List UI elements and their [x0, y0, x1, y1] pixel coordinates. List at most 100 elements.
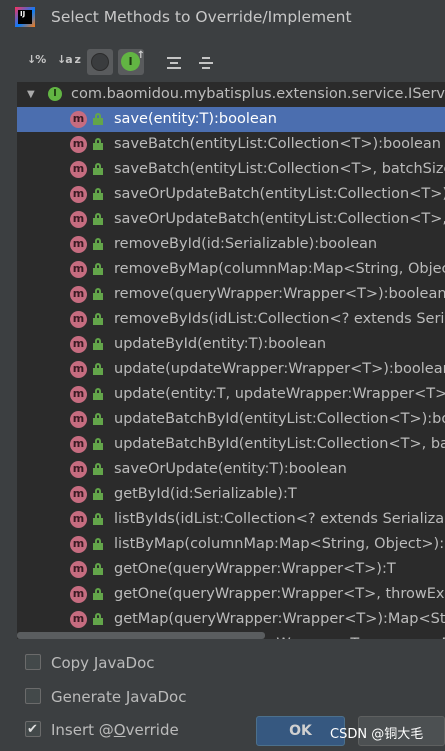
dialog-title: Select Methods to Override/Implement: [51, 8, 352, 26]
method-signature: saveOrUpdateBatch(entityList:Collection<…: [114, 211, 445, 227]
method-signature: removeById(id:Serializable):boolean: [114, 236, 378, 252]
collapse-all-button[interactable]: [193, 49, 219, 75]
method-row[interactable]: m getById(id:Serializable):T: [17, 482, 445, 507]
public-lock-icon: [93, 163, 103, 175]
public-lock-icon: [93, 313, 103, 325]
public-lock-icon: [93, 188, 103, 200]
sort-alpha-icon: ↓a z: [57, 53, 81, 66]
interface-icon: I: [48, 87, 62, 101]
public-lock-icon: [93, 588, 103, 600]
method-row[interactable]: m removeById(id:Serializable):boolean: [17, 232, 445, 257]
method-row[interactable]: m saveBatch(entityList:Collection<T>):boo…: [17, 132, 445, 157]
method-signature: saveBatch(entityList:Collection<T>):bool…: [114, 136, 441, 152]
method-signature: removeByMap(columnMap:Map<String, Object…: [114, 261, 445, 277]
toolbar: ↓% ↓a z I: [0, 44, 445, 82]
method-row[interactable]: m saveBatch(entityList:Collection<T>, bat…: [17, 157, 445, 182]
method-row[interactable]: m saveOrUpdateBatch(entityList:Collection…: [17, 182, 445, 207]
insert-override-checkbox[interactable]: [25, 720, 41, 740]
expand-all-icon: [167, 54, 181, 72]
method-row[interactable]: m updateBatchById(entityList:Collection<T…: [17, 407, 445, 432]
insert-override-label: Insert @Override: [51, 721, 179, 739]
method-row[interactable]: m getOne(queryWrapper:Wrapper<T>, throwEx…: [17, 582, 445, 607]
method-signature: getMap(queryWrapper:Wrapper<T>):Map<Stri…: [114, 611, 445, 627]
public-lock-icon: [93, 238, 103, 250]
public-lock-icon: [93, 263, 103, 275]
show-classes-button[interactable]: [87, 49, 113, 75]
method-signature: update(entity:T, updateWrapper:Wrapper<T…: [114, 386, 445, 402]
method-row[interactable]: m saveOrUpdateBatch(entityList:Collection…: [17, 207, 445, 232]
method-icon: m: [70, 136, 87, 153]
method-signature: getById(id:Serializable):T: [114, 486, 297, 502]
public-lock-icon: [93, 138, 103, 150]
method-row[interactable]: m removeByIds(idList:Collection<? extends…: [17, 307, 445, 332]
method-icon: m: [70, 511, 87, 528]
public-lock-icon: [93, 488, 103, 500]
method-row[interactable]: m update(entity:T, updateWrapper:Wrapper<…: [17, 382, 445, 407]
method-row[interactable]: m updateBatchById(entityList:Collection<T…: [17, 432, 445, 457]
methods-tree[interactable]: ▼ I com.baomidou.mybatisplus.extension.s…: [17, 82, 445, 639]
method-row[interactable]: m getOne(queryWrapper:Wrapper<T>):T: [17, 557, 445, 582]
method-icon: m: [70, 161, 87, 178]
method-row[interactable]: m save(entity:T):boolean: [17, 107, 445, 132]
public-lock-icon: [93, 513, 103, 525]
public-lock-icon: [93, 438, 103, 450]
public-lock-icon: [93, 563, 103, 575]
method-signature: getOne(queryWrapper:Wrapper<T>, throwEx:…: [114, 586, 445, 602]
method-signature: saveOrUpdate(entity:T):boolean: [114, 461, 347, 477]
method-row[interactable]: m remove(queryWrapper:Wrapper<T>):boolean: [17, 282, 445, 307]
generate-javadoc-checkbox[interactable]: [25, 688, 41, 704]
method-signature: remove(queryWrapper:Wrapper<T>):boolean: [114, 286, 445, 302]
method-icon: m: [70, 411, 87, 428]
method-icon: m: [70, 536, 87, 553]
method-row[interactable]: m listByMap(columnMap:Map<String, Object>…: [17, 532, 445, 557]
expand-all-button[interactable]: [161, 49, 187, 75]
public-lock-icon: [93, 413, 103, 425]
interface-icon: I: [121, 46, 145, 71]
chevron-down-icon[interactable]: ▼: [27, 82, 35, 107]
method-icon: m: [70, 211, 87, 228]
method-icon: m: [70, 386, 87, 403]
public-lock-icon: [93, 538, 103, 550]
method-icon: m: [70, 586, 87, 603]
public-lock-icon: [93, 613, 103, 625]
method-icon: m: [70, 261, 87, 278]
sort-alphabetically-button[interactable]: ↓a z: [54, 49, 81, 75]
show-interfaces-button[interactable]: I: [118, 46, 145, 75]
public-lock-icon: [93, 213, 103, 225]
generate-javadoc-label: Generate JavaDoc: [51, 688, 187, 706]
copy-javadoc-label: Copy JavaDoc: [51, 654, 155, 672]
method-signature: saveOrUpdateBatch(entityList:Collection<…: [114, 186, 445, 202]
method-icon: m: [70, 336, 87, 353]
public-lock-icon: [93, 288, 103, 300]
method-signature: saveBatch(entityList:Collection<T>, batc…: [114, 161, 445, 177]
method-icon: m: [70, 361, 87, 378]
method-row[interactable]: m update(updateWrapper:Wrapper<T>):boolea…: [17, 357, 445, 382]
method-icon: m: [70, 611, 87, 628]
class-name: com.baomidou.mybatisplus.extension.servi…: [71, 86, 445, 102]
circle-icon: [91, 53, 109, 71]
method-row[interactable]: m getMap(queryWrapper:Wrapper<T>):Map<Str…: [17, 607, 445, 632]
method-row[interactable]: m listByIds(idList:Collection<? extends S…: [17, 507, 445, 532]
method-signature: updateBatchById(entityList:Collection<T>…: [114, 436, 445, 452]
method-icon: m: [70, 461, 87, 478]
public-lock-icon: [93, 463, 103, 475]
public-lock-icon: [93, 388, 103, 400]
method-signature: getOne(queryWrapper:Wrapper<T>):T: [114, 561, 396, 577]
method-signature: removeByIds(idList:Collection<? extends …: [114, 311, 445, 327]
method-row[interactable]: m removeByMap(columnMap:Map<String, Objec…: [17, 257, 445, 282]
method-signature: listByIds(idList:Collection<? extends Se…: [114, 511, 445, 527]
method-row[interactable]: m updateById(entity:T):boolean: [17, 332, 445, 357]
method-icon: m: [70, 111, 87, 128]
sort-by-visibility-button[interactable]: ↓%: [24, 49, 50, 75]
tree-class-node[interactable]: ▼ I com.baomidou.mybatisplus.extension.s…: [17, 82, 445, 107]
collapse-all-icon: [199, 54, 213, 72]
public-lock-icon: [93, 363, 103, 375]
method-row[interactable]: m saveOrUpdate(entity:T):boolean: [17, 457, 445, 482]
method-signature: listByMap(columnMap:Map<String, Object>)…: [114, 536, 445, 552]
horizontal-scrollbar[interactable]: [17, 632, 265, 639]
copy-javadoc-checkbox[interactable]: [25, 654, 41, 670]
intellij-logo-icon: IJ: [15, 7, 35, 27]
public-lock-icon: [93, 338, 103, 350]
public-lock-icon: [93, 113, 103, 125]
method-signature: updateById(entity:T):boolean: [114, 336, 327, 352]
